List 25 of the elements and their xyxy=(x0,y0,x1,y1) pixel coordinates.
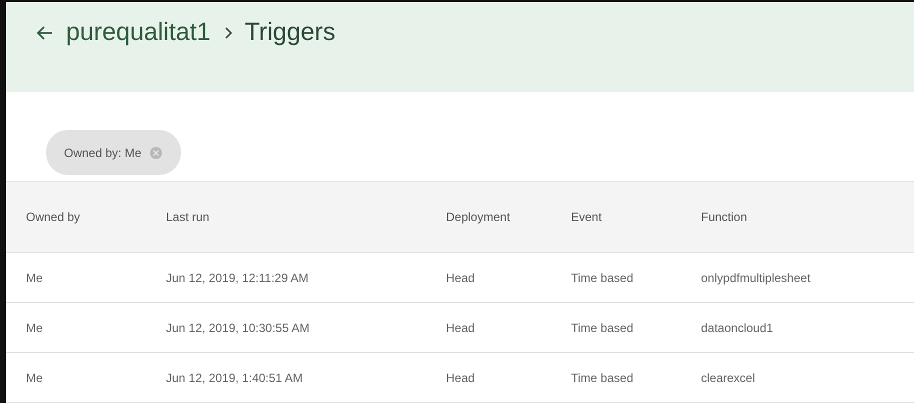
table-cell-text: Time based xyxy=(571,270,634,284)
column-header[interactable]: Function xyxy=(701,210,901,224)
table-cell-text: dataoncloud1 xyxy=(701,320,774,334)
page-title: Triggers xyxy=(244,18,336,47)
table-cell-text: Head xyxy=(446,370,476,384)
column-header[interactable]: Event xyxy=(571,210,701,224)
column-header[interactable]: Deployment xyxy=(446,210,571,224)
table-cell-text: clearexcel xyxy=(701,370,756,384)
column-header[interactable]: Owned by xyxy=(26,210,166,224)
chevron-icon xyxy=(222,26,233,40)
breadcrumb-link[interactable]: purequalitat1 xyxy=(66,18,211,47)
table-cell-text: Me xyxy=(26,270,44,284)
table-cell-text: Jun 12, 2019, 1:40:51 AM xyxy=(166,370,304,384)
table-cell-text: Head xyxy=(446,270,476,284)
table-cell-text: Jun 12, 2019, 10:30:55 AM xyxy=(166,320,310,334)
column-header[interactable]: Last run xyxy=(166,210,446,224)
table-cell-text: Me xyxy=(26,370,44,384)
table-cell-text: Time based xyxy=(571,370,634,384)
filter-chip[interactable]: Owned by: Me xyxy=(46,130,182,175)
table-cell-text: onlypdfmultiplesheet xyxy=(701,270,812,284)
back-arrow-icon[interactable] xyxy=(36,24,54,42)
table-cell-text: Head xyxy=(446,320,476,334)
table-cell-text: Me xyxy=(26,320,44,334)
table-cell-text: Time based xyxy=(571,320,634,334)
table-cell-text: Jun 12, 2019, 12:11:29 AM xyxy=(166,270,310,284)
